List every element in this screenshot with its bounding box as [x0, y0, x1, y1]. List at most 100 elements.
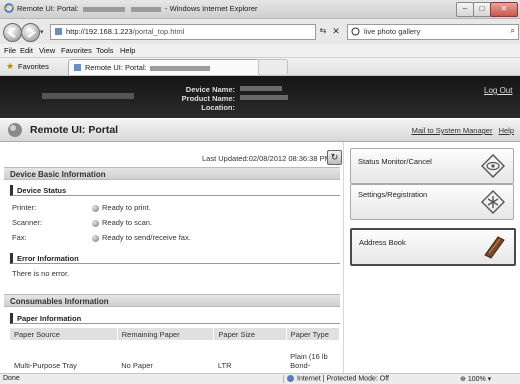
redacted-block	[240, 85, 282, 91]
redacted-block	[240, 95, 288, 101]
recent-pages-dropdown[interactable]: ▾	[40, 28, 44, 36]
stop-button[interactable]: ✕	[330, 24, 342, 38]
status-monitor-button[interactable]: Status Monitor/Cancel	[350, 148, 514, 184]
window-title: Remote UI: Portal: - Windows Internet Ex…	[17, 4, 258, 13]
page-title: Remote UI: Portal	[30, 124, 119, 136]
minimize-button[interactable]: –	[456, 2, 474, 17]
last-updated-text: Last Updated:02/08/2012 08:36:38 PM	[202, 154, 331, 163]
favorites-bar: ★ Favorites Remote UI: Portal:	[0, 58, 520, 76]
column-divider	[343, 142, 344, 373]
redacted-block	[149, 65, 210, 71]
window-title-prefix: Remote UI: Portal:	[17, 4, 79, 13]
device-status-heading: Device Status	[10, 185, 340, 196]
favorites-button[interactable]: Favorites	[18, 62, 49, 71]
status-label: Fax:	[12, 233, 27, 242]
status-monitor-icon	[481, 154, 505, 178]
side-button-label: Settings/Registration	[358, 190, 428, 199]
search-provider-icon	[351, 27, 360, 36]
menu-view[interactable]: View	[39, 46, 55, 55]
status-indicator-icon	[92, 234, 99, 242]
redacted-block	[130, 6, 161, 12]
column-header: Paper Type	[286, 328, 341, 340]
address-book-button[interactable]: Address Book	[350, 228, 516, 266]
new-tab-button[interactable]	[258, 59, 288, 74]
compatibility-view-button[interactable]: ⇆	[317, 24, 329, 38]
main-content: Last Updated:02/08/2012 08:36:38 PM ↻ De…	[0, 142, 520, 373]
page-icon	[55, 28, 62, 35]
help-link[interactable]: Help	[499, 126, 514, 135]
zoom-level[interactable]: ⊕ 100% ▾	[460, 375, 491, 383]
address-bar[interactable]: http://192.168.1.223/portal_top.html	[50, 24, 316, 40]
security-zone-text: Internet | Protected Mode: Off	[297, 375, 389, 383]
globe-icon	[287, 375, 294, 382]
device-info-panel: Last Updated:02/08/2012 08:36:38 PM ↻ De…	[2, 142, 342, 373]
device-banner: Device Name: Product Name: Location: Log…	[0, 76, 520, 118]
search-input[interactable]: live photo gallery ⌕	[347, 24, 519, 40]
status-indicator-icon	[92, 204, 99, 212]
menu-help[interactable]: Help	[120, 46, 135, 55]
column-header: Remaining Paper	[117, 328, 215, 340]
menu-edit[interactable]: Edit	[20, 46, 33, 55]
zoom-value: 100%	[467, 376, 486, 383]
url-host: http://192.168.1.223	[66, 27, 133, 36]
window-title-suffix: - Windows Internet Explorer	[164, 4, 258, 13]
status-indicator-icon	[92, 219, 99, 227]
portal-header: Remote UI: Portal Mail to System Manager…	[0, 119, 520, 142]
function-sidebar: Status Monitor/Cancel Settings/Registrat…	[346, 142, 520, 373]
consumables-heading: Consumables Information	[4, 294, 340, 307]
device-name-label: Device Name:	[185, 85, 235, 94]
back-button[interactable]	[3, 23, 22, 42]
search-query: live photo gallery	[364, 27, 421, 36]
maximize-button[interactable]: □	[473, 2, 491, 17]
paper-size-cell: LTR	[217, 361, 232, 370]
status-label: Scanner:	[12, 218, 43, 227]
address-toolbar: ▾ http://192.168.1.223/portal_top.html ⇆…	[0, 19, 520, 44]
scanner-status-row: Scanner: Ready to scan.	[12, 218, 152, 227]
refresh-button[interactable]: ↻	[327, 150, 342, 165]
portal-links: Mail to System Manager Help	[408, 126, 514, 135]
status-label: Printer:	[12, 203, 37, 212]
forward-button[interactable]	[21, 23, 40, 42]
table-row: Multi-Purpose Tray No Paper LTR Plain (1…	[10, 340, 340, 372]
favorites-star-icon: ★	[6, 61, 15, 71]
logout-link[interactable]: Log Out	[484, 86, 512, 95]
back-arrow-icon	[7, 27, 16, 38]
menu-tools[interactable]: Tools	[96, 46, 114, 55]
url-text[interactable]: http://192.168.1.223/portal_top.html	[66, 27, 184, 36]
tab-title-text: Remote UI: Portal:	[85, 63, 147, 72]
url-path: /portal_top.html	[132, 27, 185, 36]
search-icon[interactable]: ⌕	[511, 26, 515, 36]
paper-type-cell: Plain (16 lb Bond-	[290, 352, 328, 370]
column-header: Paper Source	[10, 328, 118, 340]
error-info-heading: Error Information	[10, 253, 340, 264]
menu-file[interactable]: File	[4, 46, 16, 55]
error-text: There is no error.	[12, 269, 70, 278]
settings-registration-button[interactable]: Settings/Registration	[350, 184, 514, 220]
status-value: Ready to send/receive fax.	[102, 233, 191, 242]
side-button-label: Address Book	[359, 238, 406, 247]
page-icon	[74, 64, 81, 71]
product-name-label: Product Name:	[181, 94, 235, 103]
paper-info-table: Paper Source Remaining Paper Paper Size …	[10, 328, 341, 372]
printer-status-row: Printer: Ready to print.	[12, 203, 151, 212]
location-label: Location:	[201, 103, 235, 112]
browser-status-bar: Done Internet | Protected Mode: Off ⊕ 10…	[0, 373, 520, 384]
column-header: Paper Size	[213, 328, 287, 340]
paper-source-cell: Multi-Purpose Tray	[14, 361, 77, 370]
remaining-paper-cell: No Paper	[121, 361, 153, 370]
fax-status-row: Fax: Ready to send/receive fax.	[12, 233, 191, 242]
forward-arrow-icon	[27, 27, 36, 38]
internet-explorer-icon	[4, 3, 14, 13]
browser-tab[interactable]: Remote UI: Portal:	[68, 59, 260, 75]
device-info-labels: Device Name: Product Name: Location:	[180, 85, 235, 112]
redacted-block	[82, 6, 125, 12]
zoom-icon: ⊕	[460, 376, 468, 383]
security-zone[interactable]: Internet | Protected Mode: Off	[287, 375, 389, 382]
device-info-values	[240, 85, 288, 104]
menu-favorites[interactable]: Favorites	[61, 46, 92, 55]
mail-system-manager-link[interactable]: Mail to System Manager	[412, 126, 493, 135]
close-window-button[interactable]: ✕	[490, 2, 518, 17]
address-book-icon	[484, 236, 505, 259]
brand-logo	[42, 93, 134, 99]
portal-icon	[8, 123, 22, 137]
